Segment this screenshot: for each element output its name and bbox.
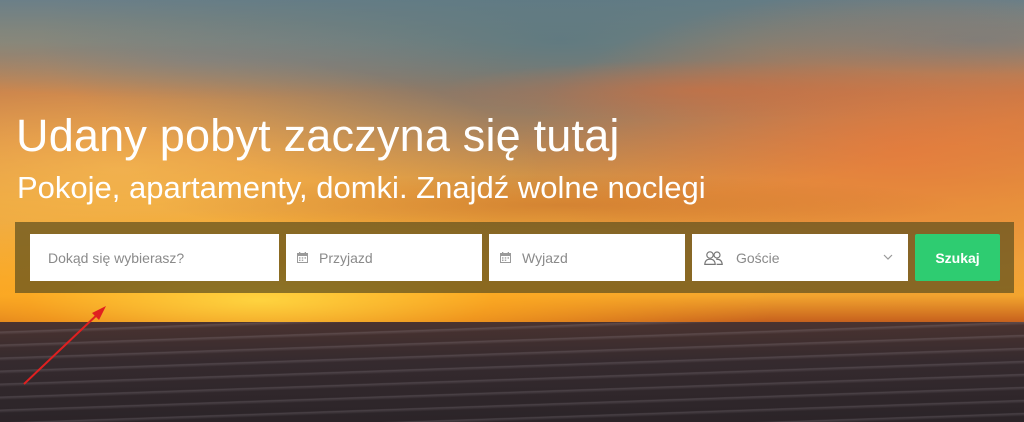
search-bar: Dokąd się wybierasz? Przyjazd Wyjazd Goś… — [15, 222, 1014, 293]
checkout-placeholder: Wyjazd — [522, 249, 568, 266]
users-icon — [704, 250, 723, 265]
hero-subheadline: Pokoje, apartamenty, domki. Znajdź wolne… — [17, 170, 706, 205]
hero-headline: Udany pobyt zaczyna się tutaj — [16, 110, 620, 161]
checkin-placeholder: Przyjazd — [319, 249, 373, 266]
sea-background — [0, 322, 1024, 422]
checkout-date-input[interactable]: Wyjazd — [489, 234, 685, 281]
guests-select[interactable]: Goście — [692, 234, 908, 281]
calendar-icon — [500, 252, 511, 263]
guests-label: Goście — [736, 249, 780, 266]
chevron-down-icon — [883, 254, 893, 260]
destination-input[interactable]: Dokąd się wybierasz? — [30, 234, 279, 281]
checkin-date-input[interactable]: Przyjazd — [286, 234, 482, 281]
hero-section: Udany pobyt zaczyna się tutaj Pokoje, ap… — [0, 0, 1024, 422]
destination-placeholder: Dokąd się wybierasz? — [48, 249, 185, 266]
calendar-icon — [297, 252, 308, 263]
search-button[interactable]: Szukaj — [915, 234, 1000, 281]
